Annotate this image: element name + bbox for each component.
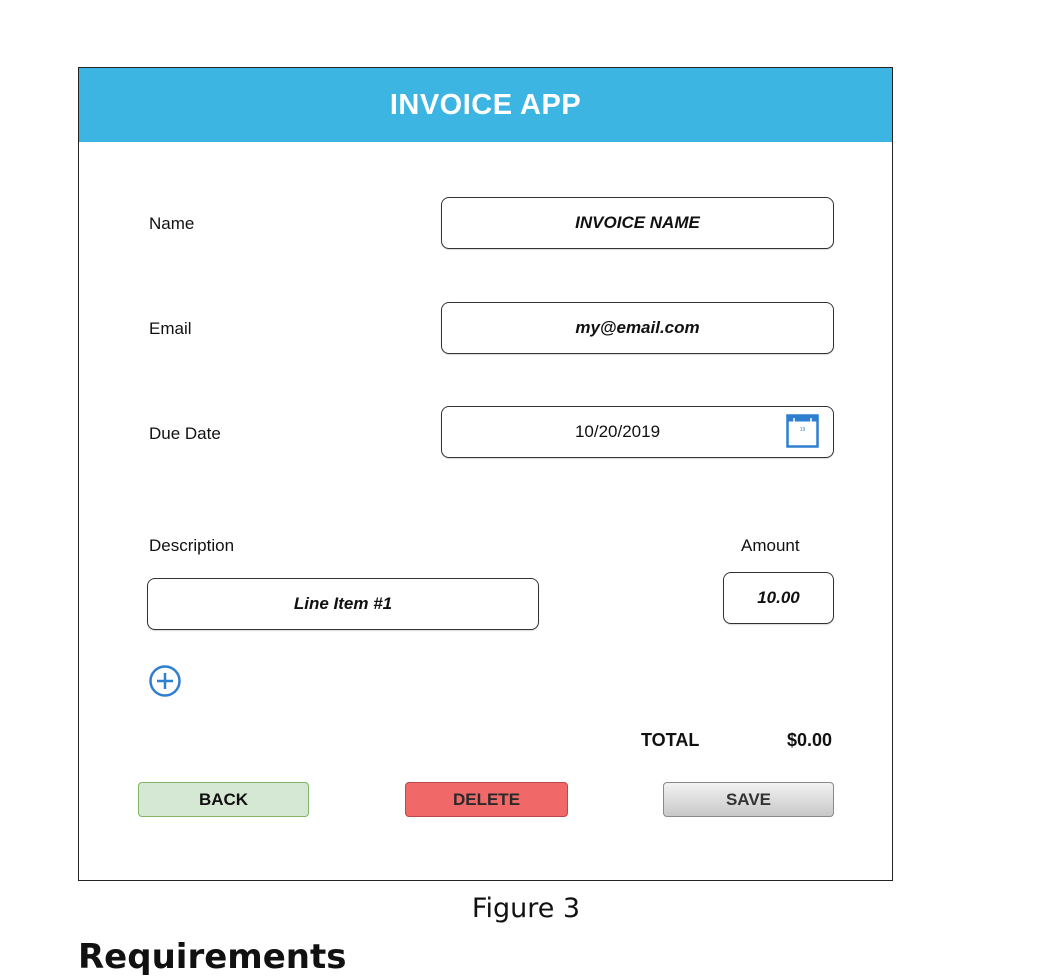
- description-field-value: Line Item #1: [293, 594, 393, 613]
- total-label: TOTAL: [641, 730, 700, 750]
- app-title: INVOICE APP: [389, 88, 582, 121]
- email-label: Email: [149, 319, 192, 338]
- description-field[interactable]: Line Item #1: [147, 578, 539, 630]
- name-field-value: INVOICE NAME: [575, 213, 700, 232]
- plus-circle-icon[interactable]: [148, 664, 182, 698]
- total-value: $0.00: [787, 730, 833, 750]
- due-date-value: 10/20/2019: [574, 422, 661, 441]
- figure-caption: Figure 3: [471, 893, 581, 924]
- email-field[interactable]: my@email.com: [441, 302, 834, 354]
- name-label: Name: [149, 214, 195, 233]
- email-field-value: my@email.com: [575, 318, 700, 337]
- description-header: Description: [149, 536, 235, 555]
- amount-header: Amount: [741, 536, 800, 555]
- due-date-label: Due Date: [149, 424, 221, 443]
- amount-field-value: 10.00: [757, 588, 800, 607]
- save-button[interactable]: SAVE: [663, 782, 834, 817]
- back-button[interactable]: BACK: [138, 782, 309, 817]
- name-field[interactable]: INVOICE NAME: [441, 197, 834, 249]
- due-date-field[interactable]: 10/20/2019 19: [441, 406, 834, 458]
- delete-button[interactable]: DELETE: [405, 782, 568, 817]
- section-heading: Requirements: [78, 937, 347, 977]
- invoice-app-window: INVOICE APP Name INVOICE NAME Email my@e…: [78, 67, 893, 881]
- amount-field[interactable]: 10.00: [723, 572, 834, 624]
- svg-text:19: 19: [800, 427, 806, 433]
- calendar-icon[interactable]: 19: [786, 414, 819, 448]
- app-header: INVOICE APP: [79, 68, 892, 142]
